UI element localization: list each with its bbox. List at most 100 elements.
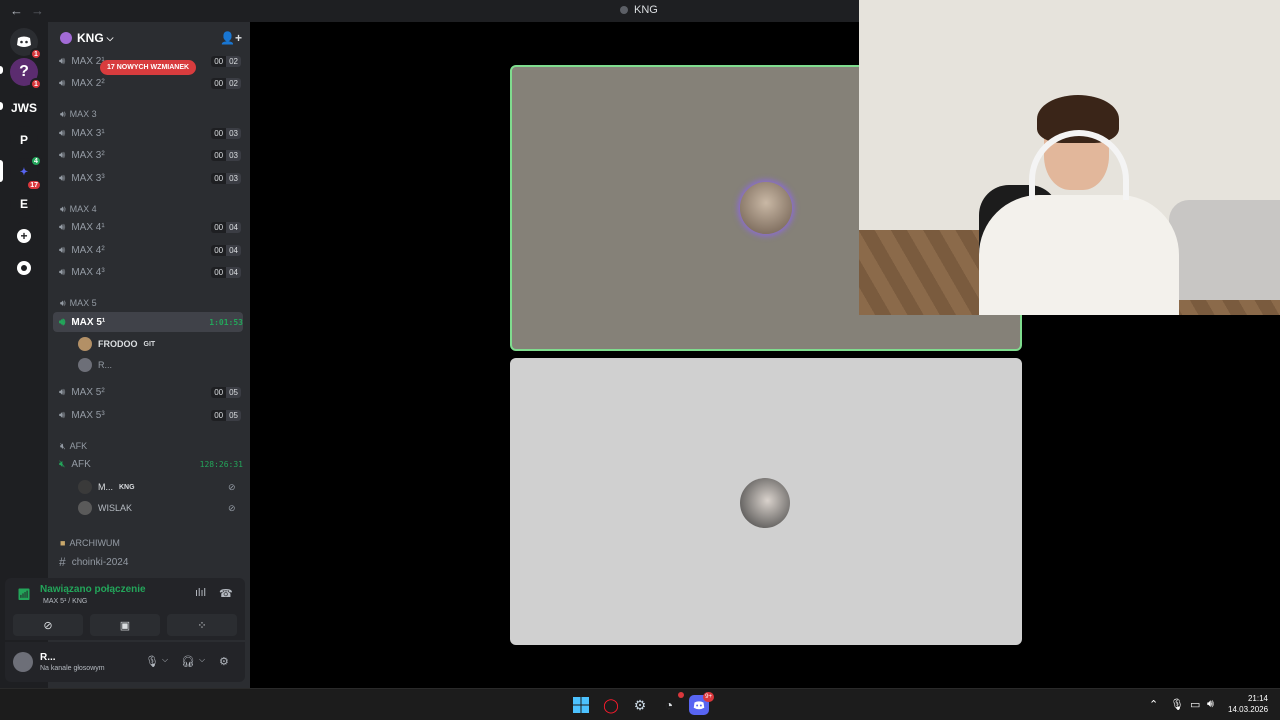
category-label: ARCHIWUM [69, 538, 120, 548]
deafened-icon: ⊘ [228, 502, 236, 513]
avatar [78, 501, 92, 515]
activities-icon: ⁘ [197, 619, 207, 632]
chevron-down-icon[interactable]: ⌵ [162, 655, 168, 665]
headphones-icon[interactable]: 🎧︎ [181, 655, 195, 668]
opera-browser-icon[interactable]: ◯ [601, 695, 621, 715]
voice-member[interactable]: R... [78, 356, 112, 374]
add-server-icon: + [17, 229, 31, 243]
microphone-icon[interactable]: 🎙︎ [145, 655, 159, 668]
unread-badge: 1 [30, 48, 42, 60]
channel-name: MAX 5³ [71, 409, 105, 421]
webcam-overlay [859, 0, 1280, 315]
home-server-discord[interactable]: 1 [10, 28, 42, 60]
voice-channel-max3-1[interactable]: 🔊︎ MAX 3¹ 00 03 [53, 123, 243, 143]
server-question[interactable]: ? 1 [10, 58, 42, 90]
signal-icon: 📶︎ [17, 589, 31, 601]
unread-badge: 1 [30, 78, 42, 90]
voice-channel-max3-3[interactable]: 🔊︎ MAX 3³ 00 03 [53, 168, 243, 188]
camera-off-button[interactable]: ⊘ [13, 614, 83, 636]
channel-name: MAX 3¹ [71, 127, 105, 139]
user-max: 04 [226, 266, 241, 278]
tray-microphone-icon[interactable]: 🎙︎ [1170, 698, 1184, 711]
voice-member[interactable]: FRODOO GIT [78, 335, 155, 353]
taskbar: ◯ ⚙ ◔ 9+ ⌃ 🎙︎ ▭ 🔊︎ 21:14 14.03.2026 [0, 688, 1280, 720]
back-arrow-icon[interactable]: ← [10, 3, 23, 18]
invite-people-icon[interactable]: 👤+ [220, 31, 242, 45]
category-max3[interactable]: 🔊︎ MAX 3 [60, 107, 97, 121]
disconnect-icon[interactable]: ☎ [219, 587, 233, 600]
system-clock[interactable]: 21:14 14.03.2026 [1228, 693, 1268, 715]
discover-button[interactable] [10, 254, 38, 282]
voice-channel-max4-2[interactable]: 🔊︎ MAX 4² 00 04 [53, 240, 243, 260]
windows-start-icon[interactable] [571, 695, 591, 715]
screen-share-button[interactable]: ▣ [90, 614, 160, 636]
voice-connection-panel: 📶︎ Nawiązano połączenie MAX 5¹ / KNG ılı… [5, 578, 245, 640]
text-channel-choinki[interactable]: # choinki-2024 [53, 552, 243, 572]
voice-member[interactable]: M... KNG ⊘ [78, 478, 236, 496]
connected-channel[interactable]: MAX 5¹ / KNG [43, 598, 87, 605]
connection-status[interactable]: Nawiązano połączenie [40, 584, 146, 595]
kng-server-icon: ✦ [19, 166, 29, 178]
notification-dot [678, 692, 684, 698]
category-label: AFK [69, 441, 88, 451]
user-count: 00 [214, 267, 224, 277]
speaker-icon: 🔊︎ [59, 386, 66, 398]
tray-volume-icon[interactable]: 🔊︎ [1207, 698, 1214, 711]
chevron-down-icon[interactable]: ⌵ [199, 655, 205, 665]
category-label: MAX 5 [69, 298, 97, 308]
speaker-icon: 🔊︎ [59, 244, 66, 256]
voice-channel-afk[interactable]: 🔇︎ AFK 128:26:31 [53, 454, 243, 474]
category-afk[interactable]: 🔇︎ AFK [60, 439, 87, 453]
call-timer: 1:01:53 [209, 317, 243, 327]
user-limit: 00 05 [211, 386, 241, 398]
speaker-icon: 🔊︎ [59, 149, 66, 161]
window-title-text: KNG [634, 4, 658, 16]
speaker-icon: 🔊︎ [60, 108, 66, 119]
window-title: KNG [620, 4, 658, 16]
voice-channel-max5-3[interactable]: 🔊︎ MAX 5³ 00 05 [53, 405, 243, 425]
discord-taskbar-icon[interactable]: 9+ [689, 692, 714, 715]
speaker-icon: 🔊︎ [59, 77, 66, 89]
tray-chevron-up-icon[interactable]: ⌃ [1149, 698, 1158, 711]
forward-arrow-icon[interactable]: → [31, 3, 44, 18]
voice-member[interactable]: WISLAK ⊘ [78, 499, 236, 517]
activities-button[interactable]: ⁘ [167, 614, 237, 636]
voice-channel-max5-2[interactable]: 🔊︎ MAX 5² 00 05 [53, 382, 243, 402]
user-count: 00 [214, 56, 224, 66]
server-kng[interactable]: ✦ 17 4 [10, 155, 42, 191]
voice-channel-max2-2[interactable]: 🔊︎ MAX 2² 00 02 [53, 73, 243, 93]
tray-network-icon[interactable]: ▭ [1190, 698, 1200, 711]
voice-channel-max5-1-active[interactable]: 🔊︎ MAX 5¹ 1:01:53 [53, 312, 243, 332]
member-name: M... [98, 482, 113, 492]
hashtag-icon: # [59, 555, 66, 569]
voice-channel-max4-1[interactable]: 🔊︎ MAX 4¹ 00 04 [53, 217, 243, 237]
server-header[interactable]: KNG ⌵ 👤+ [48, 22, 250, 54]
category-max4[interactable]: 🔊︎ MAX 4 [60, 202, 97, 216]
settings-gear-icon[interactable]: ⚙ [219, 655, 229, 668]
speaker-icon: 🔊︎ [59, 221, 66, 233]
steam-icon[interactable]: ⚙ [630, 695, 650, 715]
server-jws[interactable]: JWS [10, 94, 38, 122]
user-limit: 00 03 [211, 127, 241, 139]
server-e[interactable]: E [10, 190, 38, 218]
user-count: 00 [214, 245, 224, 255]
voice-channel-max4-3[interactable]: 🔊︎ MAX 4³ 00 04 [53, 262, 243, 282]
user-max: 02 [226, 77, 241, 89]
avatar [78, 480, 92, 494]
server-p[interactable]: P [10, 126, 38, 154]
app-icon[interactable]: ◔ [659, 692, 684, 715]
discord-unread-badge: 9+ [703, 692, 714, 702]
add-server-button[interactable]: + [10, 222, 38, 250]
noise-suppression-icon[interactable]: ılıl [195, 587, 206, 599]
speaker-icon: 🔊︎ [60, 203, 66, 214]
server-label: JWS [10, 101, 37, 115]
voice-channel-max3-2[interactable]: 🔊︎ MAX 3² 00 03 [53, 145, 243, 165]
category-archive[interactable]: ■ ARCHIWUM [60, 536, 120, 550]
webcam-bed [1169, 200, 1280, 300]
user-count: 00 [214, 173, 224, 183]
category-max5[interactable]: 🔊︎ MAX 5 [60, 296, 97, 310]
speaker-icon: 🔊︎ [59, 316, 66, 328]
user-max: 05 [226, 386, 241, 398]
user-panel: R... Na kanale głosowym 🎙︎ ⌵ 🎧︎ ⌵ ⚙ [5, 642, 245, 682]
avatar[interactable] [13, 652, 33, 672]
